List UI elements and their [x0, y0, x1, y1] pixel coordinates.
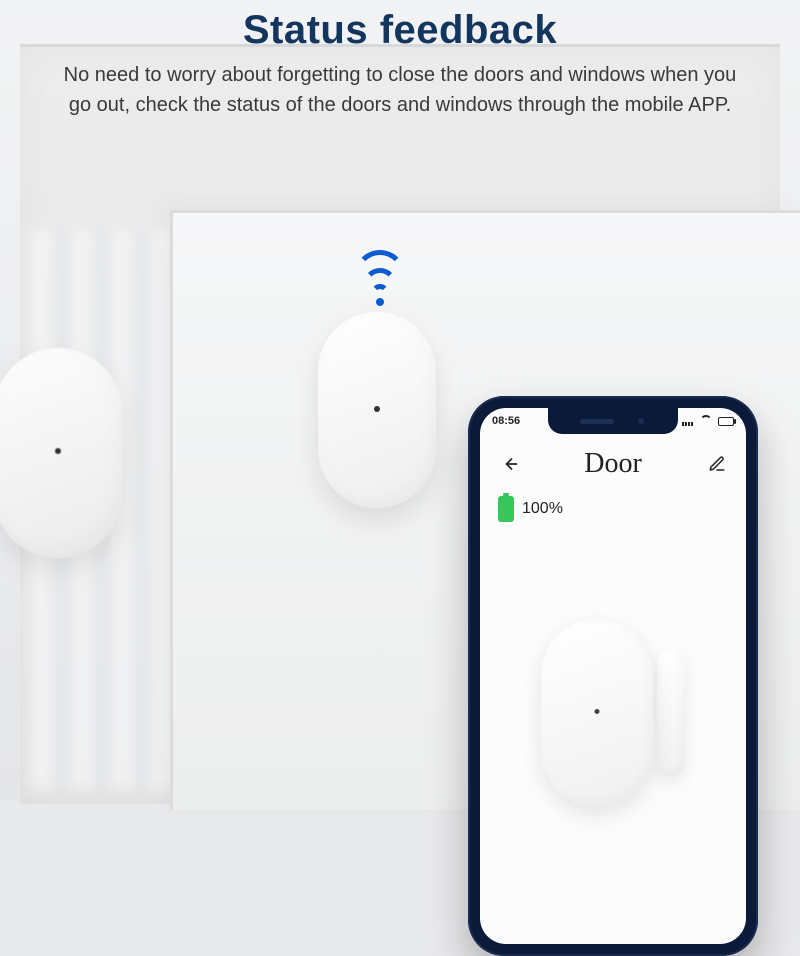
app-header: Door: [480, 440, 746, 488]
signal-icon: [682, 416, 694, 426]
sensor-main-body: [541, 619, 653, 807]
page-description: No need to worry about forgetting to clo…: [50, 60, 750, 120]
phone-screen: 08:56 Door: [480, 408, 746, 944]
back-button[interactable]: [498, 453, 520, 475]
product-scene: Status feedback No need to worry about f…: [0, 0, 800, 800]
phone-mockup: 08:56 Door: [468, 396, 758, 956]
front-camera-icon: [636, 416, 646, 426]
wifi-icon: [350, 248, 410, 308]
page-title: Status feedback: [0, 8, 800, 53]
device-battery-row: 100%: [498, 496, 563, 522]
phone-notch: [548, 408, 678, 434]
device-illustration: [518, 598, 708, 828]
sensor-magnet: [657, 649, 685, 777]
door-sensor-device: [318, 312, 436, 508]
battery-percent: 100%: [522, 500, 563, 518]
phone-speaker: [580, 419, 614, 424]
statusbar-time: 08:56: [492, 415, 520, 427]
battery-status-icon: [718, 417, 734, 426]
app-title: Door: [584, 448, 642, 480]
battery-icon: [498, 496, 514, 522]
edit-button[interactable]: [706, 453, 728, 475]
door-sensor-device-blurred: [0, 348, 122, 558]
wifi-status-icon: [700, 415, 712, 427]
